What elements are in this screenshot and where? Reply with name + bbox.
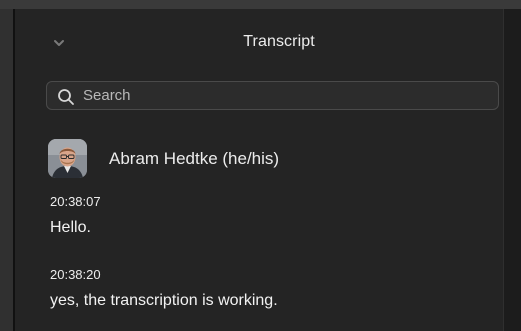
speaker-photo bbox=[48, 139, 87, 178]
window-left-edge bbox=[0, 9, 13, 331]
window-top-edge bbox=[0, 0, 521, 9]
transcript-panel: Transcript Search Abram Hedtke (he/his) … bbox=[15, 9, 503, 331]
entry-text: Hello. bbox=[50, 219, 91, 236]
transcript-entry: 20:38:07 Hello. bbox=[50, 194, 490, 238]
adjacent-panel bbox=[503, 9, 521, 331]
speaker-name: Abram Hedtke (he/his) bbox=[109, 149, 280, 168]
transcript-window: Transcript Search Abram Hedtke (he/his) … bbox=[0, 0, 521, 331]
panel-header: Transcript bbox=[15, 9, 503, 69]
panel-border bbox=[503, 9, 504, 331]
search-input[interactable] bbox=[83, 84, 483, 107]
transcript-entry: 20:38:20 yes, the transcription is worki… bbox=[50, 267, 490, 311]
panel-title: Transcript bbox=[243, 33, 315, 50]
entry-timestamp: 20:38:07 bbox=[50, 194, 101, 209]
search-icon bbox=[58, 89, 74, 105]
search-box[interactable] bbox=[46, 81, 499, 110]
speaker-header: Abram Hedtke (he/his) bbox=[48, 139, 488, 179]
avatar[interactable] bbox=[48, 139, 87, 178]
entry-text: yes, the transcription is working. bbox=[50, 292, 278, 309]
entry-timestamp: 20:38:20 bbox=[50, 267, 101, 282]
